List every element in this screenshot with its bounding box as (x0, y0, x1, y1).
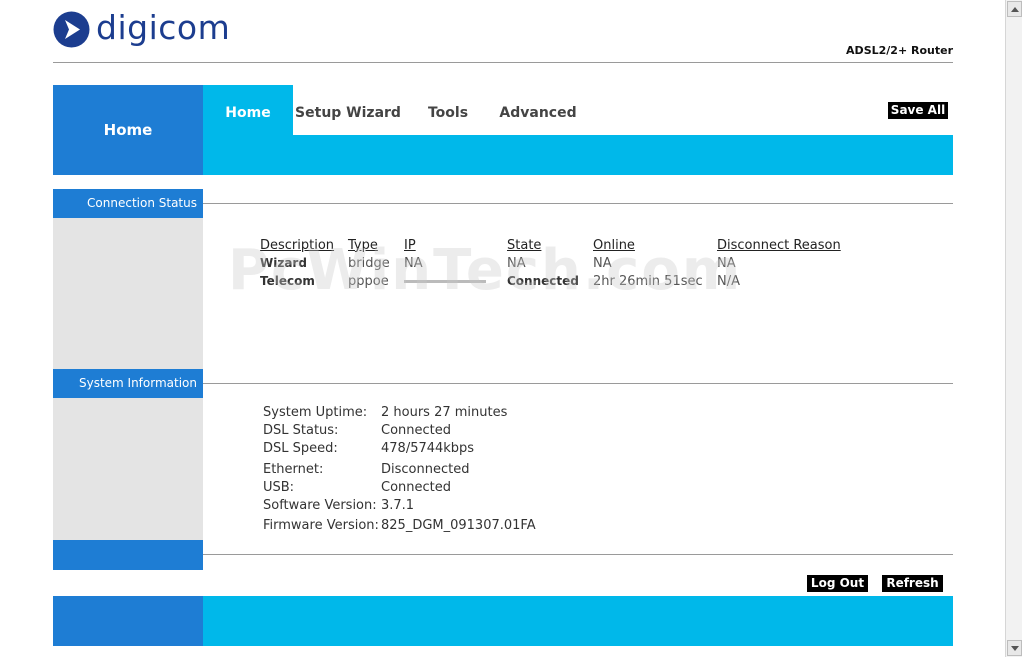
info-label: USB: (263, 480, 295, 495)
info-label: Ethernet: (263, 462, 324, 477)
info-value: 3.7.1 (381, 498, 415, 513)
cell-reason: NA (717, 255, 736, 271)
sidebar-panel (53, 398, 203, 540)
column-header-description: Description (260, 237, 335, 253)
info-value: 2 hours 27 minutes (381, 405, 508, 420)
cell-state: NA (507, 255, 526, 271)
tab-tools[interactable]: Tools (416, 85, 480, 135)
info-row-uptime: System Uptime: 2 hours 27 minutes (263, 405, 507, 420)
sidebar-panel (53, 218, 203, 369)
info-value: Disconnected (381, 462, 470, 477)
section-divider (203, 203, 953, 204)
cell-description: Wizard (260, 256, 307, 270)
refresh-button[interactable]: Refresh (882, 575, 943, 592)
info-value: Connected (381, 480, 452, 495)
cell-type: pppoe (348, 273, 389, 289)
cell-ip: NA (404, 255, 423, 271)
connection-status-table: Description Type IP State Online Disconn… (259, 236, 842, 290)
header-band (203, 135, 953, 175)
tab-setup-wizard[interactable]: Setup Wizard (293, 85, 403, 135)
tab-advanced[interactable]: Advanced (494, 85, 582, 135)
table-row: Wizard bridge NA NA NA NA (259, 254, 842, 272)
save-all-button[interactable]: Save All (888, 102, 948, 119)
info-row-software-version: Software Version: 3.7.1 (263, 498, 414, 513)
info-row-usb: USB: Connected (263, 480, 451, 495)
column-header-online: Online (593, 237, 635, 253)
info-row-firmware-version: Firmware Version: 825_DGM_091307.01FA (263, 518, 536, 533)
info-value: 478/5744kbps (381, 441, 475, 456)
cell-reason: N/A (717, 273, 740, 289)
brand-logo-text: digicom (96, 8, 231, 47)
column-header-ip: IP (404, 237, 416, 253)
info-label: Firmware Version: (263, 518, 379, 533)
cell-ip (403, 272, 506, 290)
info-value: Connected (381, 423, 452, 438)
log-out-button[interactable]: Log Out (807, 575, 868, 592)
section-divider (203, 383, 953, 384)
cell-state: Connected (507, 274, 579, 288)
scroll-up-arrow-icon[interactable] (1007, 1, 1022, 17)
info-row-ethernet: Ethernet: Disconnected (263, 462, 469, 477)
info-label: System Uptime: (263, 405, 368, 420)
header-divider (53, 62, 953, 63)
info-value: 825_DGM_091307.01FA (381, 518, 536, 533)
cell-online: NA (593, 255, 612, 271)
home-section-title: Home (53, 85, 203, 175)
router-model: ADSL2/2+ Router (846, 44, 953, 57)
cell-description: Telecom (260, 274, 315, 288)
section-divider (203, 554, 953, 555)
sidebar-footer-block (53, 540, 203, 570)
info-label: DSL Speed: (263, 441, 338, 456)
column-header-type: Type (348, 237, 378, 253)
tab-home[interactable]: Home (203, 85, 293, 135)
scroll-down-arrow-icon[interactable] (1007, 640, 1022, 656)
table-header-row: Description Type IP State Online Disconn… (259, 236, 842, 254)
system-information-heading: System Information (53, 369, 203, 398)
column-header-disconnect-reason: Disconnect Reason (717, 237, 841, 253)
cell-online: 2hr 26min 51sec (593, 273, 703, 289)
vertical-scrollbar[interactable] (1005, 0, 1022, 657)
cell-type: bridge (348, 255, 390, 271)
digicom-logo-icon (53, 11, 90, 48)
info-row-dsl-status: DSL Status: Connected (263, 423, 451, 438)
footer-band (203, 596, 953, 646)
redacted-ip (404, 279, 486, 283)
info-label: Software Version: (263, 498, 377, 513)
info-label: DSL Status: (263, 423, 339, 438)
table-row: Telecom pppoe Connected 2hr 26min 51sec … (259, 272, 842, 290)
footer-left-block (53, 596, 203, 646)
connection-status-heading: Connection Status (53, 189, 203, 218)
column-header-state: State (507, 237, 542, 253)
info-row-dsl-speed: DSL Speed: 478/5744kbps (263, 441, 474, 456)
